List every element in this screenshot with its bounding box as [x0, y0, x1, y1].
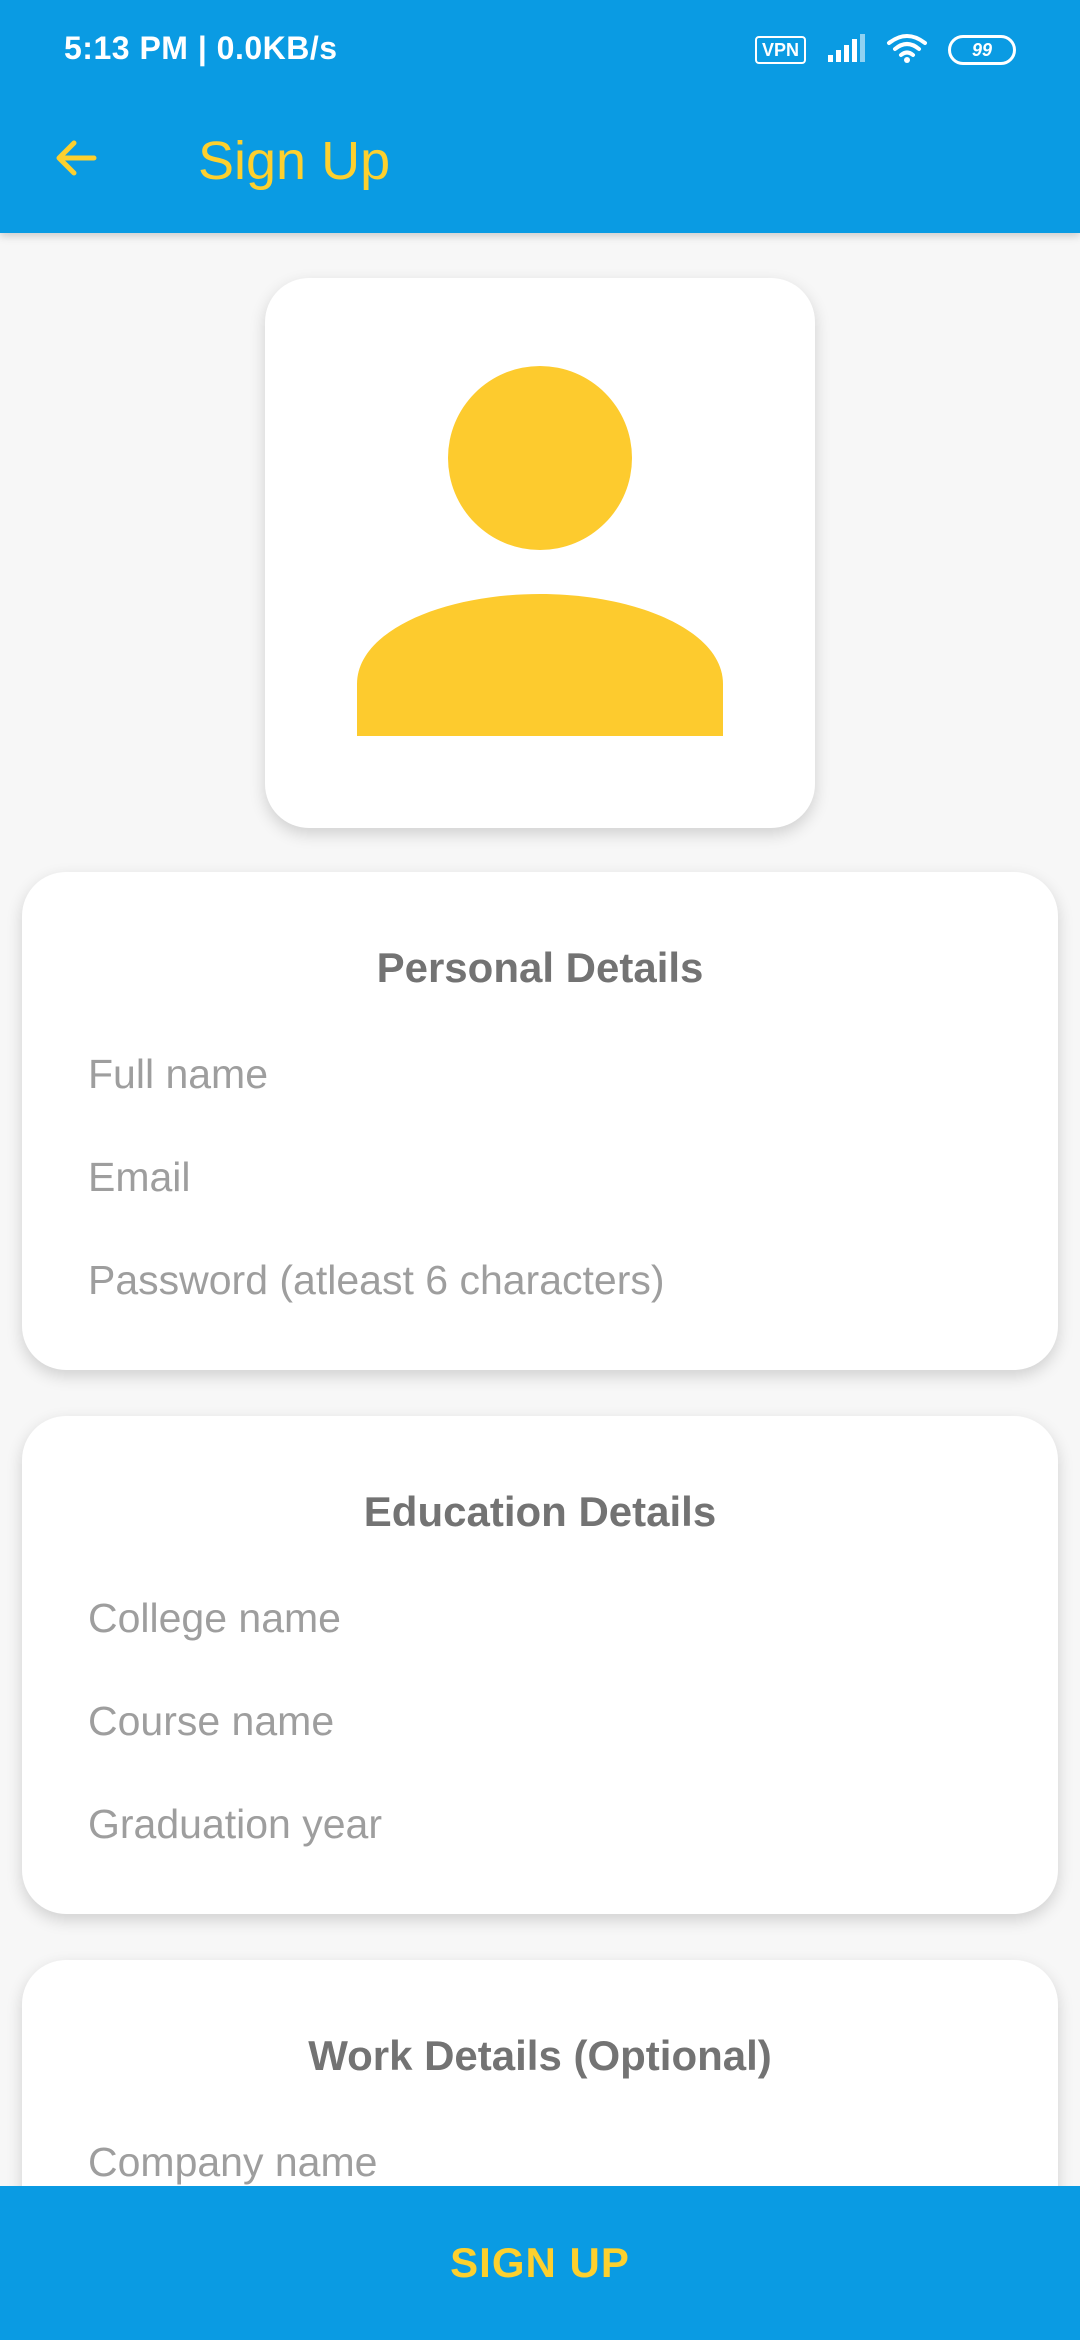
- status-time: 5:13 PM | 0.0KB/s: [64, 30, 338, 66]
- wifi-icon: [886, 32, 928, 69]
- top-bar: 5:13 PM | 0.0KB/s VPN 99 Sign Up: [0, 0, 1080, 233]
- education-details-card: Education Details: [22, 1416, 1058, 1914]
- page-title: Sign Up: [198, 131, 391, 191]
- full-name-field[interactable]: [88, 1034, 992, 1114]
- signup-screen: 5:13 PM | 0.0KB/s VPN 99 Sign Up Persona…: [0, 0, 1080, 2340]
- graduation-year-field[interactable]: [88, 1784, 992, 1864]
- profile-picture-button[interactable]: [265, 278, 815, 828]
- personal-details-title: Personal Details: [376, 944, 704, 991]
- education-details-title: Education Details: [363, 1488, 717, 1535]
- back-button[interactable]: [40, 124, 112, 196]
- battery-level: 99: [971, 39, 993, 60]
- password-field[interactable]: [88, 1240, 992, 1320]
- work-details-title: Work Details (Optional): [308, 2032, 772, 2079]
- signal-icon: [826, 33, 866, 68]
- arrow-back-icon: [50, 132, 102, 189]
- battery-icon: 99: [948, 35, 1016, 65]
- status-icons: VPN 99: [754, 30, 1016, 70]
- email-field[interactable]: [88, 1137, 992, 1217]
- status-bar: 5:13 PM | 0.0KB/s VPN 99: [0, 0, 1080, 100]
- person-icon: [355, 365, 725, 741]
- vpn-badge: VPN: [754, 36, 806, 64]
- personal-details-card: Personal Details: [22, 872, 1058, 1370]
- app-bar: Sign Up: [0, 100, 1080, 233]
- sign-up-button[interactable]: SIGN UP: [0, 2186, 1080, 2340]
- course-name-field[interactable]: [88, 1681, 992, 1761]
- college-name-field[interactable]: [88, 1578, 992, 1658]
- sign-up-label: SIGN UP: [450, 2239, 630, 2286]
